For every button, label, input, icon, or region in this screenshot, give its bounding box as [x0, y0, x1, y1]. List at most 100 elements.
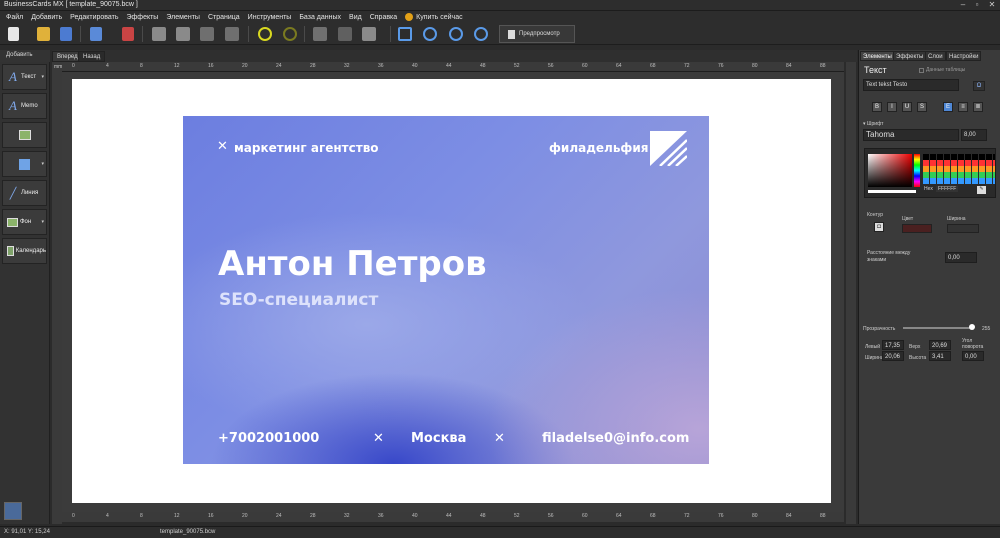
alpha-slider[interactable] [868, 190, 916, 193]
menu-edit[interactable]: Редактировать [66, 14, 122, 21]
top-input[interactable]: 20,69 [929, 340, 951, 350]
zoom-out-icon[interactable] [449, 27, 463, 41]
save-icon[interactable] [60, 27, 72, 41]
city-text[interactable]: Москва [411, 431, 466, 446]
line-icon: ╱ [9, 187, 17, 200]
person-name[interactable]: Антон Петров [218, 244, 487, 284]
ruler-tick-label: 16 [208, 63, 214, 69]
letter-spacing-input[interactable]: 0,00 [945, 252, 977, 263]
title-bar: BusinessCards MX [ template_90075.bcw ] … [0, 0, 1000, 11]
menu-bar: Файл Добавить Редактировать Эффекты Элем… [0, 11, 1000, 23]
width-input[interactable]: 20,06 [882, 351, 904, 361]
contour-toggle[interactable]: ◘ [874, 222, 884, 232]
tagline-text[interactable]: маркетинг агентство [234, 141, 379, 155]
color-picker[interactable]: Hex FFFFFF ✎ [864, 148, 996, 198]
angle-input[interactable]: 0,00 [962, 351, 984, 361]
buy-now-menu[interactable]: Купить сейчас [401, 13, 466, 21]
close-button[interactable]: ✕ [985, 0, 999, 10]
tab-effects[interactable]: Эффекты [893, 51, 927, 61]
menu-elements[interactable]: Элементы [162, 14, 204, 21]
bring-forward-icon[interactable] [176, 27, 190, 41]
avatar[interactable] [4, 502, 22, 520]
hex-input[interactable]: FFFFFF [936, 186, 959, 192]
add-shape-button[interactable]: ▾ [2, 151, 47, 177]
ruler-tick-label: 44 [446, 63, 452, 69]
add-line-button[interactable]: ╱ Линия [2, 180, 47, 206]
add-page-icon[interactable] [90, 27, 102, 41]
font-size-input[interactable]: 8,00 [961, 129, 987, 141]
menu-help[interactable]: Справка [366, 14, 401, 21]
text-input[interactable]: Text tekst Testo [863, 79, 959, 91]
dropdown-arrow-icon[interactable]: ▾ [41, 161, 44, 167]
ruler-tick-label: 28 [310, 513, 316, 519]
menu-view[interactable]: Вид [345, 14, 366, 21]
minimize-button[interactable]: – [956, 0, 970, 10]
left-label: Левый [865, 344, 881, 350]
add-text-button[interactable]: A Текст ▾ [2, 64, 47, 90]
left-input[interactable]: 17,35 [882, 340, 904, 350]
dropdown-arrow-icon[interactable]: ▾ [41, 74, 44, 80]
strike-button[interactable]: S [917, 102, 927, 112]
undo-icon[interactable] [258, 27, 272, 41]
contour-width[interactable] [947, 224, 979, 233]
preview-button[interactable]: Предпросмотр [499, 25, 575, 43]
brand-text[interactable]: филадельфия [549, 141, 648, 155]
add-background-button[interactable]: Фон ▾ [2, 209, 47, 235]
opacity-slider-thumb[interactable] [969, 324, 975, 330]
send-back-icon[interactable] [225, 27, 239, 41]
add-image-button[interactable] [2, 122, 47, 148]
ruler-tick-label: 8 [140, 513, 143, 519]
bold-button[interactable]: B [872, 102, 882, 112]
bring-front-icon[interactable] [152, 27, 166, 41]
ungroup-icon[interactable] [338, 27, 352, 41]
zoom-fit-icon[interactable] [398, 27, 412, 41]
open-folder-icon[interactable] [37, 27, 50, 41]
tab-back[interactable]: Назад [78, 51, 106, 62]
underline-button[interactable]: U [902, 102, 912, 112]
swatch-grid[interactable] [923, 154, 995, 184]
italic-button[interactable]: I [887, 102, 897, 112]
toolbar: Предпросмотр [0, 23, 1000, 45]
menu-page[interactable]: Страница [204, 14, 244, 21]
menu-tools[interactable]: Инструменты [244, 14, 296, 21]
align-left-button[interactable]: E [943, 102, 953, 112]
db-checkbox[interactable]: Данные таблицы [919, 67, 965, 73]
add-calendar-button[interactable]: Календарь [2, 238, 47, 264]
group-icon[interactable] [313, 27, 327, 41]
tab-layers[interactable]: Слои [925, 51, 946, 61]
delete-page-icon[interactable] [122, 27, 134, 41]
align-right-button[interactable]: ≣ [973, 102, 983, 112]
add-memo-button[interactable]: A Memo [2, 93, 47, 119]
toolbar-separator [248, 26, 249, 42]
align-center-button[interactable]: ≡ [958, 102, 968, 112]
ruler-tick-label: 48 [480, 63, 486, 69]
menu-database[interactable]: База данных [295, 14, 345, 21]
tab-elements[interactable]: Элементы [860, 51, 895, 61]
opacity-slider[interactable] [903, 327, 973, 329]
zoom-reset-icon[interactable] [474, 27, 488, 41]
contour-color[interactable] [902, 224, 932, 233]
font-select[interactable]: Tahoma [863, 129, 959, 141]
menu-file[interactable]: Файл [2, 14, 27, 21]
omega-button[interactable]: Ω [973, 81, 985, 91]
phone-text[interactable]: +7002001000 [218, 431, 319, 446]
new-file-icon[interactable] [8, 27, 19, 41]
ruler-tick-label: 20 [242, 513, 248, 519]
eyedropper-icon[interactable]: ✎ [977, 186, 986, 194]
person-role[interactable]: SEO-специалист [219, 290, 378, 310]
color-gradient[interactable] [868, 154, 912, 187]
height-input[interactable]: 3,41 [929, 351, 951, 361]
ruler-tick-label: 88 [820, 63, 826, 69]
menu-add[interactable]: Добавить [27, 14, 66, 21]
align-icon[interactable] [362, 27, 376, 41]
redo-icon[interactable] [283, 27, 297, 41]
send-backward-icon[interactable] [200, 27, 214, 41]
dropdown-arrow-icon[interactable]: ▾ [41, 219, 44, 225]
hue-slider[interactable] [914, 154, 920, 187]
business-card[interactable]: ✕ маркетинг агентство филадельфия Антон … [183, 116, 709, 464]
tab-settings[interactable]: Настройки [946, 51, 982, 61]
email-text[interactable]: filadelse0@info.com [542, 431, 689, 446]
maximize-button[interactable]: ▫ [970, 0, 984, 10]
menu-effects[interactable]: Эффекты [123, 14, 163, 21]
zoom-in-icon[interactable] [423, 27, 437, 41]
